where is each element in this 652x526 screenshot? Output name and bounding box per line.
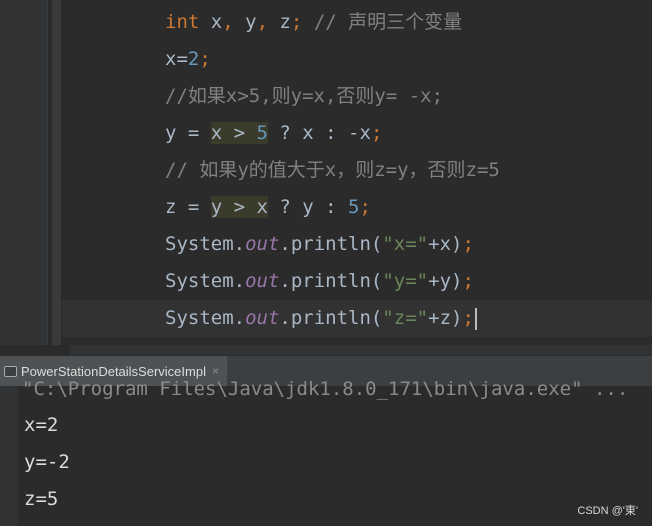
code-token: y > x: [210, 196, 268, 218]
code-token: x=: [165, 48, 188, 70]
code-token: z =: [165, 196, 211, 218]
code-token: .println(: [279, 307, 383, 329]
code-token: 2: [187, 48, 200, 70]
console-toolbar-strip: [0, 386, 18, 526]
code-token: "y=": [382, 270, 429, 292]
console-output-line: y=-2: [24, 451, 70, 473]
code-token: System.: [165, 307, 246, 329]
code-token: ;: [462, 233, 474, 255]
code-token: out: [245, 270, 280, 292]
code-token: 5: [348, 196, 360, 218]
code-token: ? y :: [267, 196, 349, 218]
code-line[interactable]: x=2;: [165, 41, 211, 78]
code-line[interactable]: z = y > x ? y : 5;: [165, 189, 371, 226]
code-token: ,: [256, 11, 269, 33]
editor-scrollbar[interactable]: [70, 345, 652, 355]
code-line[interactable]: int x, y, z; // 声明三个变量: [165, 4, 462, 41]
code-token: ;: [199, 48, 211, 70]
run-tab-label: PowerStationDetailsServiceImpl: [21, 363, 206, 379]
code-token: y: [233, 11, 257, 33]
code-token: // 声明三个变量: [313, 11, 463, 33]
code-editor[interactable]: int x, y, z; // 声明三个变量 x=2;//如果x>5,则y=x,否…: [0, 0, 652, 345]
code-token: +x): [428, 233, 463, 255]
code-token: +z): [428, 307, 463, 329]
code-token: ,: [222, 11, 234, 33]
code-token: z: [268, 11, 291, 33]
code-token: //如果x>5,则y=x,否则y= -x;: [165, 85, 444, 107]
run-console[interactable]: "C:\Program Files\Java\jdk1.8.0_171\bin\…: [0, 378, 652, 526]
code-token: ;: [359, 196, 371, 218]
code-token: System.: [165, 270, 246, 292]
code-token: ;: [462, 307, 474, 329]
code-line[interactable]: // 如果y的值大于x，则z=y，否则z=5: [165, 152, 500, 189]
code-token: ;: [370, 122, 383, 144]
code-token: ;: [462, 270, 474, 292]
fold-strip: [52, 0, 61, 345]
code-line[interactable]: y = x > 5 ? x : -x;: [165, 115, 382, 152]
code-token: +y): [428, 270, 463, 292]
code-token: 5: [256, 122, 268, 144]
code-token: ? x : -x: [267, 122, 371, 144]
code-line[interactable]: System.out.println("z="+z);: [165, 300, 477, 337]
code-line[interactable]: //如果x>5,则y=x,否则y= -x;: [165, 78, 443, 115]
code-token: int: [165, 11, 200, 33]
gutter-divider: [47, 0, 48, 345]
text-caret: [474, 307, 477, 330]
code-token: y =: [165, 122, 211, 144]
code-token: .println(: [279, 233, 383, 255]
code-token: x >: [210, 122, 257, 144]
code-token: .println(: [279, 270, 383, 292]
code-token: "x=": [382, 233, 429, 255]
code-line[interactable]: System.out.println("x="+x);: [165, 226, 474, 263]
watermark: CSDN @'東': [577, 505, 638, 517]
code-token: // 如果y的值大于x，则z=y，否则z=5: [165, 159, 500, 181]
console-command-line: "C:\Program Files\Java\jdk1.8.0_171\bin\…: [22, 378, 629, 400]
console-icon: [4, 365, 17, 378]
code-line[interactable]: System.out.println("y="+y);: [165, 263, 474, 300]
console-output-line: x=2: [24, 414, 59, 436]
code-token: out: [245, 307, 280, 329]
code-token: System.: [165, 233, 246, 255]
close-icon[interactable]: ×: [212, 364, 219, 378]
line-number-gutter: [0, 0, 47, 345]
code-token: out: [245, 233, 280, 255]
code-token: x: [199, 11, 223, 33]
code-token: "z=": [382, 307, 429, 329]
code-token: ;: [290, 11, 303, 33]
console-output-line: z=5: [24, 488, 59, 510]
